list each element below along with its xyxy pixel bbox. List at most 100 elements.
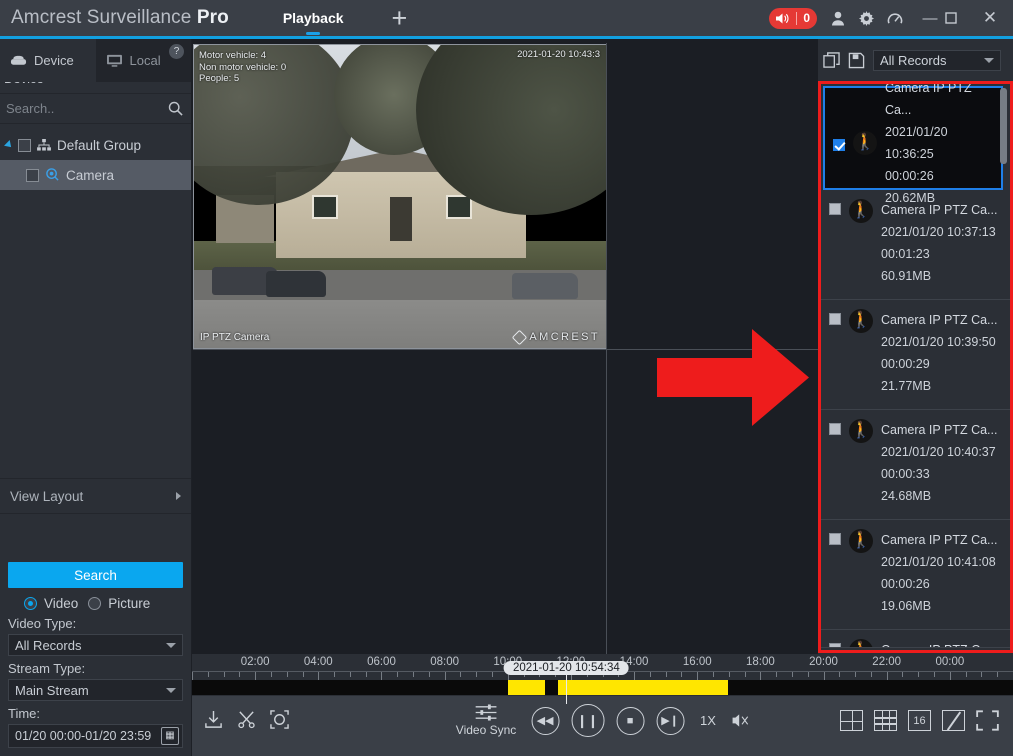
timeline-tick [476,672,477,677]
record-checkbox[interactable] [829,533,841,545]
add-tab-button[interactable]: + [392,3,408,33]
copy-icon[interactable] [823,52,840,69]
close-button[interactable]: ✕ [975,8,1005,28]
radio-picture-dot [88,597,101,610]
media-type-radios: Video Picture [24,596,183,611]
person-detection-icon: 🚶 [853,131,877,155]
view-layout-row[interactable]: View Layout [0,478,191,514]
record-datetime: 2021/01/20 10:36:25 [885,121,995,165]
time-range-field[interactable]: 01/20 00:00-01/20 23:59 ▦ [8,724,183,748]
radio-video[interactable]: Video [24,596,78,611]
timeline-recording-segment[interactable] [606,680,728,695]
timeline-tick [808,672,809,677]
tab-playback[interactable]: Playback [273,0,354,36]
record-checkbox[interactable] [833,139,845,151]
alarm-indicator[interactable]: 0 [769,8,817,29]
tab-active-indicator [306,32,320,35]
records-list[interactable]: 🚶 Camera IP PTZ Ca... 2021/01/20 10:36:2… [821,84,1010,650]
timeline-tick [208,672,209,677]
timeline-tick-label: 02:00 [241,656,270,668]
record-item[interactable]: 🚶 Camera IP PTZ Ca... 2021/01/20 10:41:0… [821,520,1010,630]
stream-type-dropdown[interactable]: Main Stream [8,679,183,701]
timeline-tick [713,672,714,677]
mute-icon[interactable] [732,712,752,729]
video-cell-1[interactable]: Motor vehicle: 4 Non motor vehicle: 0 Pe… [193,44,607,349]
record-checkbox[interactable] [829,313,841,325]
draw-button[interactable] [942,710,965,731]
speaker-icon [775,12,790,25]
records-filter-dropdown[interactable]: All Records [873,50,1001,71]
records-scrollbar[interactable] [1000,88,1007,164]
left-panel: Device Local ? Device Default Group Came… [0,39,192,756]
smart-search-icon[interactable] [270,710,289,729]
help-icon[interactable]: ? [169,44,184,59]
record-details: Camera IP PTZ Ca... [881,639,997,647]
record-duration: 00:00:26 [885,165,995,187]
search-icon[interactable] [168,101,183,116]
gauge-icon[interactable] [887,11,915,26]
video-sync-button[interactable]: Video Sync [453,704,519,737]
group-checkbox[interactable] [18,139,31,152]
record-checkbox[interactable] [829,643,841,648]
timeline-track[interactable]: 2021-01-20 10:54:34 [192,680,1013,695]
video-type-dropdown[interactable]: All Records [8,634,183,656]
video-frame [194,45,606,348]
maximize-button[interactable] [945,12,975,24]
playback-speed[interactable]: 1X [700,713,716,728]
timeline-recording-segment[interactable] [558,680,606,695]
annotation-arrow-icon [657,329,809,426]
user-icon[interactable] [831,11,859,26]
scissors-icon[interactable] [237,710,256,729]
minimize-button[interactable]: — [915,10,945,27]
timeline-tick [745,672,746,677]
playback-controls: Video Sync ◀◀ ❙❙ ■ ▶❙ 1X [453,704,752,737]
record-item[interactable]: 🚶 Camera IP PTZ Ca... 2021/01/20 10:40:3… [821,410,1010,520]
tab-local[interactable]: Local ? [96,39,192,82]
stop-button[interactable]: ■ [616,707,644,735]
save-icon[interactable] [848,52,865,69]
record-checkbox[interactable] [829,203,841,215]
calendar-icon[interactable]: ▦ [161,727,179,745]
next-frame-button[interactable]: ▶❙ [656,707,684,735]
pause-button[interactable]: ❙❙ [571,704,604,737]
app-title: Amcrest Surveillance Pro [11,7,229,29]
record-item[interactable]: 🚶 Camera IP PTZ Ca... 2021/01/20 10:39:5… [821,300,1010,410]
timeline-tick-label: 04:00 [304,656,333,668]
record-checkbox[interactable] [829,423,841,435]
tab-device[interactable]: Device [0,39,96,82]
camera-checkbox[interactable] [26,169,39,182]
timeline-tick [460,672,461,677]
search-input[interactable] [6,101,146,116]
record-duration: 00:00:26 [881,573,997,595]
overlay-timestamp: 2021-01-20 10:43:3 [517,49,600,60]
tree-item-camera[interactable]: Camera [0,160,191,190]
record-item-selected[interactable]: 🚶 Camera IP PTZ Ca... 2021/01/20 10:36:2… [823,86,1003,190]
radio-picture[interactable]: Picture [88,596,150,611]
search-button[interactable]: Search [8,562,183,588]
timeline-recording-segment[interactable] [508,680,545,695]
amcrest-watermark: AMCREST [514,331,600,343]
layout-9-button[interactable] [874,710,897,731]
rewind-button[interactable]: ◀◀ [531,707,559,735]
group-icon [37,139,51,151]
camera-icon [45,168,60,182]
record-details: Camera IP PTZ Ca... 2021/01/20 10:37:13 … [881,199,997,299]
layout-16-button[interactable]: 16 [908,710,931,731]
timeline[interactable]: 02:0004:0006:0008:0010:0012:0014:0016:00… [192,654,1013,696]
timeline-tick-label: 08:00 [430,656,459,668]
video-type-label: Video Type: [8,616,183,631]
record-item[interactable]: 🚶 Camera IP PTZ Ca... 2021/01/20 10:37:1… [821,190,1010,300]
amcrest-watermark-text: AMCREST [529,331,600,343]
record-item-partial[interactable]: 🚶 Camera IP PTZ Ca... [821,630,1010,648]
tree-item-default-group[interactable]: Default Group [0,130,191,160]
overlay-channel-name: IP PTZ Camera [200,332,269,343]
record-name: Camera IP PTZ Ca... [881,309,997,331]
layout-4-button[interactable] [840,710,863,731]
record-datetime: 2021/01/20 10:40:37 [881,441,997,463]
record-details: Camera IP PTZ Ca... 2021/01/20 10:40:37 … [881,419,997,519]
draw-icon [946,711,960,730]
download-icon[interactable] [204,710,223,729]
expand-triangle-icon[interactable] [4,140,14,150]
fullscreen-button[interactable] [976,710,999,731]
gear-icon[interactable] [859,11,887,26]
